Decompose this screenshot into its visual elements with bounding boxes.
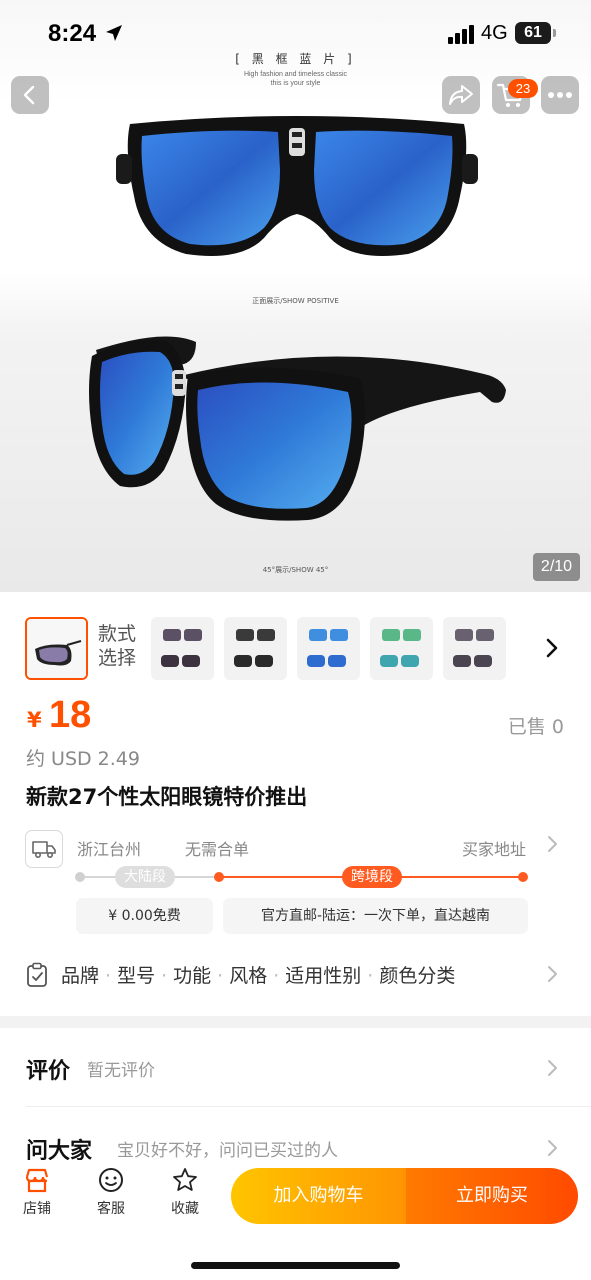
ship-destination[interactable]: 买家地址 [462, 836, 526, 860]
cart-count-badge: 23 [508, 79, 538, 98]
params-separator: · [105, 965, 112, 987]
bottom-action-bar: 店铺 客服 收藏 加入购物车 立即购买 [0, 1160, 591, 1280]
variant-selector[interactable]: 款式选择 [0, 604, 591, 692]
variant-label: 款式选择 [98, 623, 137, 669]
product-title: 新款27个性太阳眼镜特价推出 [26, 785, 308, 809]
image-caption-angle: 45°展示/SHOW 45° [262, 566, 329, 574]
domestic-fee: ¥ 0.00免费 [76, 898, 213, 934]
star-icon [173, 1168, 197, 1191]
favorite-label: 收藏 [171, 1201, 199, 1217]
route-dot [214, 872, 224, 882]
more-dots-icon [548, 92, 572, 98]
chevron-right-icon[interactable] [544, 832, 560, 856]
ship-merge-note: 无需合单 [185, 840, 250, 859]
variant-thumb-3[interactable] [297, 617, 360, 680]
variant-thumb-5[interactable] [443, 617, 506, 680]
params-separator: · [367, 965, 374, 987]
location-arrow-icon [106, 25, 122, 41]
params-separator: · [273, 965, 280, 987]
qa-hint-text: 宝贝好不好，问问已买过的人 [117, 1141, 338, 1161]
route-tag-crossborder: 跨境段 [342, 866, 402, 888]
param-brand: 品牌 [61, 965, 100, 987]
chevron-right-icon[interactable] [544, 1136, 560, 1160]
variant-thumb-2[interactable] [224, 617, 287, 680]
usd-price: 约 USD 2.49 [26, 748, 140, 770]
truck-icon [32, 841, 56, 859]
chevron-left-icon [23, 85, 35, 105]
shipping-icon-box [25, 830, 63, 868]
params-separator: · [161, 965, 168, 987]
cellular-signal-icon [448, 25, 474, 44]
sold-count: 已售 0 [507, 716, 564, 738]
image-page-indicator: 2/10 [533, 553, 580, 581]
share-icon [449, 85, 473, 105]
home-indicator[interactable] [191, 1262, 400, 1269]
sunglasses-thumbnail-image [453, 629, 494, 667]
add-to-cart-button[interactable]: 加入购物车 [231, 1168, 406, 1224]
banner-title: [ 黑 框 蓝 片 ] [235, 52, 356, 66]
reviews-empty-text: 暂无评价 [87, 1061, 155, 1081]
chevron-right-icon[interactable] [544, 1056, 560, 1080]
variant-thumb-4[interactable] [370, 617, 433, 680]
sunglasses-thumbnail-image [307, 629, 348, 667]
more-button[interactable] [541, 76, 579, 114]
sunglasses-front-image [116, 116, 478, 256]
clipboard-check-icon [27, 962, 47, 987]
chevron-right-icon[interactable] [540, 634, 564, 662]
sunglasses-thumbnail-image [380, 629, 421, 667]
network-type: 4G [481, 22, 508, 44]
route-dot [518, 872, 528, 882]
chat-smile-icon [99, 1168, 123, 1192]
section-divider [0, 1016, 591, 1028]
battery-icon: 61 [515, 22, 556, 44]
status-time: 8:24 [48, 20, 97, 47]
favorite-button[interactable]: 收藏 [157, 1166, 213, 1218]
route-dot [75, 872, 85, 882]
customer-service-button[interactable]: 客服 [83, 1166, 139, 1218]
param-model: 型号 [117, 965, 156, 987]
reviews-heading[interactable]: 评价 [26, 1053, 70, 1085]
param-gender: 适用性别 [285, 965, 362, 987]
ship-origin: 浙江台州 [77, 840, 142, 859]
params-separator: · [217, 965, 224, 987]
param-function: 功能 [173, 965, 212, 987]
shop-label: 店铺 [23, 1201, 51, 1217]
product-image-gallery[interactable]: 8:24 4G 61 [ 黑 框 蓝 片 ] High fashion and … [0, 0, 591, 592]
image-caption-front: 正面展示/SHOW POSITIVE [252, 297, 339, 305]
sunglasses-thumbnail-image [27, 619, 86, 678]
param-style: 风格 [229, 965, 268, 987]
variant-thumb-selected[interactable] [25, 617, 88, 680]
route-tag-domestic: 大陆段 [115, 866, 175, 888]
price-currency: ¥ [27, 708, 42, 732]
divider [26, 1106, 591, 1107]
price-value: 18 [49, 694, 92, 736]
share-button[interactable] [442, 76, 480, 114]
sunglasses-thumbnail-image [234, 629, 275, 667]
chevron-right-icon[interactable] [544, 962, 560, 986]
product-params[interactable]: 品牌 · 型号 · 功能 · 风格 · 适用性别 · 颜色分类 [61, 961, 455, 988]
back-button[interactable] [11, 76, 49, 114]
service-label: 客服 [97, 1201, 125, 1217]
shop-button[interactable]: 店铺 [9, 1166, 65, 1218]
param-color: 颜色分类 [379, 965, 456, 987]
crossborder-method: 官方直邮-陆运：一次下单，直达越南 [223, 898, 528, 934]
sunglasses-angle-image [89, 336, 506, 521]
store-icon [25, 1168, 49, 1193]
buy-now-button[interactable]: 立即购买 [406, 1168, 578, 1224]
sunglasses-thumbnail-image [161, 629, 202, 667]
variant-thumb-1[interactable] [151, 617, 214, 680]
